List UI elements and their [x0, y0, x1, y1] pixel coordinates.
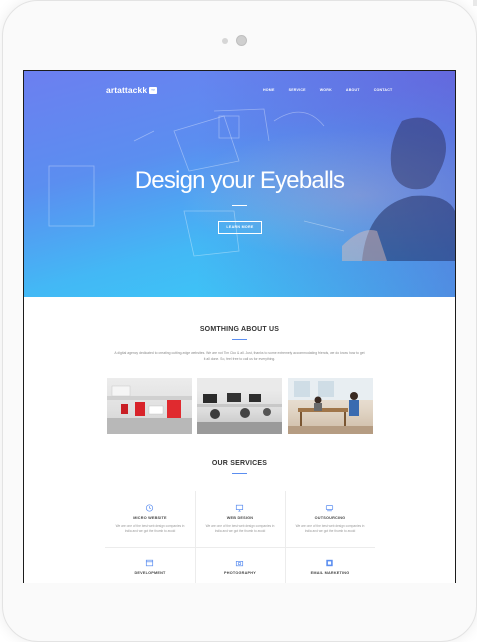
service-outsourcing[interactable]: OUTSOURCING We are one of the best web d…: [285, 496, 375, 541]
nav-item-work[interactable]: WORK: [320, 88, 332, 92]
about-divider: [232, 339, 247, 340]
service-web-design[interactable]: WEB DESIGN We are one of the best web de…: [195, 496, 285, 541]
service-title: WEB DESIGN: [226, 516, 254, 520]
logo-text: artattackk: [106, 85, 148, 95]
top-navigation: artattackk ™ HOME SERVICE WORK ABOUT CONT…: [24, 83, 455, 99]
side-button: [473, 0, 477, 6]
clock-icon: [145, 504, 154, 512]
brand-logo[interactable]: artattackk ™: [106, 85, 158, 95]
hero-divider: [232, 205, 247, 206]
nav-item-service[interactable]: SERVICE: [289, 88, 306, 92]
camera-icon: [236, 35, 247, 46]
services-grid-divider: [105, 547, 375, 548]
hero-title: Design your Eyeballs: [134, 167, 345, 194]
service-title: OUTSOURCING: [314, 516, 346, 520]
office-photo-workstations: [197, 378, 282, 434]
cloud-icon: [325, 505, 334, 512]
service-title: PHOTOGRAPHY: [224, 571, 256, 575]
nav-item-home[interactable]: HOME: [263, 88, 275, 92]
service-photography[interactable]: PHOTOGRAPHY: [195, 551, 285, 583]
service-description: We are one of the best web design compan…: [115, 524, 185, 533]
service-development[interactable]: DEVELOPMENT: [105, 551, 195, 583]
service-title: EMAIL MARKETING: [310, 571, 350, 575]
service-description: We are one of the best web design compan…: [295, 524, 365, 533]
hero-banner: artattackk ™ HOME SERVICE WORK ABOUT CONT…: [24, 71, 455, 297]
office-photo-red-chairs: [107, 378, 192, 434]
learn-more-button[interactable]: LEARN MORE: [218, 221, 262, 234]
service-description: We are one of the best web design compan…: [205, 524, 275, 533]
website-screen: artattackk ™ HOME SERVICE WORK ABOUT CONT…: [23, 70, 456, 583]
nav-item-about[interactable]: ABOUT: [346, 88, 360, 92]
services-divider: [232, 473, 247, 474]
office-photo-meeting: [288, 378, 373, 434]
camera-icon: [235, 561, 244, 567]
service-email-marketing[interactable]: EMAIL MARKETING: [285, 551, 375, 583]
services-title: OUR SERVICES: [211, 460, 268, 467]
code-icon: [145, 559, 154, 567]
nav-item-contact[interactable]: CONTACT: [374, 88, 393, 92]
mail-icon: [326, 559, 333, 567]
logo-badge: ™: [149, 87, 158, 95]
monitor-icon: [235, 504, 244, 512]
about-text: A digital agency dedicated to creating c…: [114, 351, 365, 361]
nav-menu: HOME SERVICE WORK ABOUT CONTACT: [263, 88, 406, 92]
camera-sensor: [222, 38, 228, 44]
about-title: SOMTHING ABOUT US: [199, 326, 280, 333]
service-title: DEVELOPMENT: [134, 571, 166, 575]
service-micro-website[interactable]: MICRO WEBSITE We are one of the best web…: [105, 496, 195, 541]
service-title: MICRO WEBSITE: [133, 516, 167, 520]
